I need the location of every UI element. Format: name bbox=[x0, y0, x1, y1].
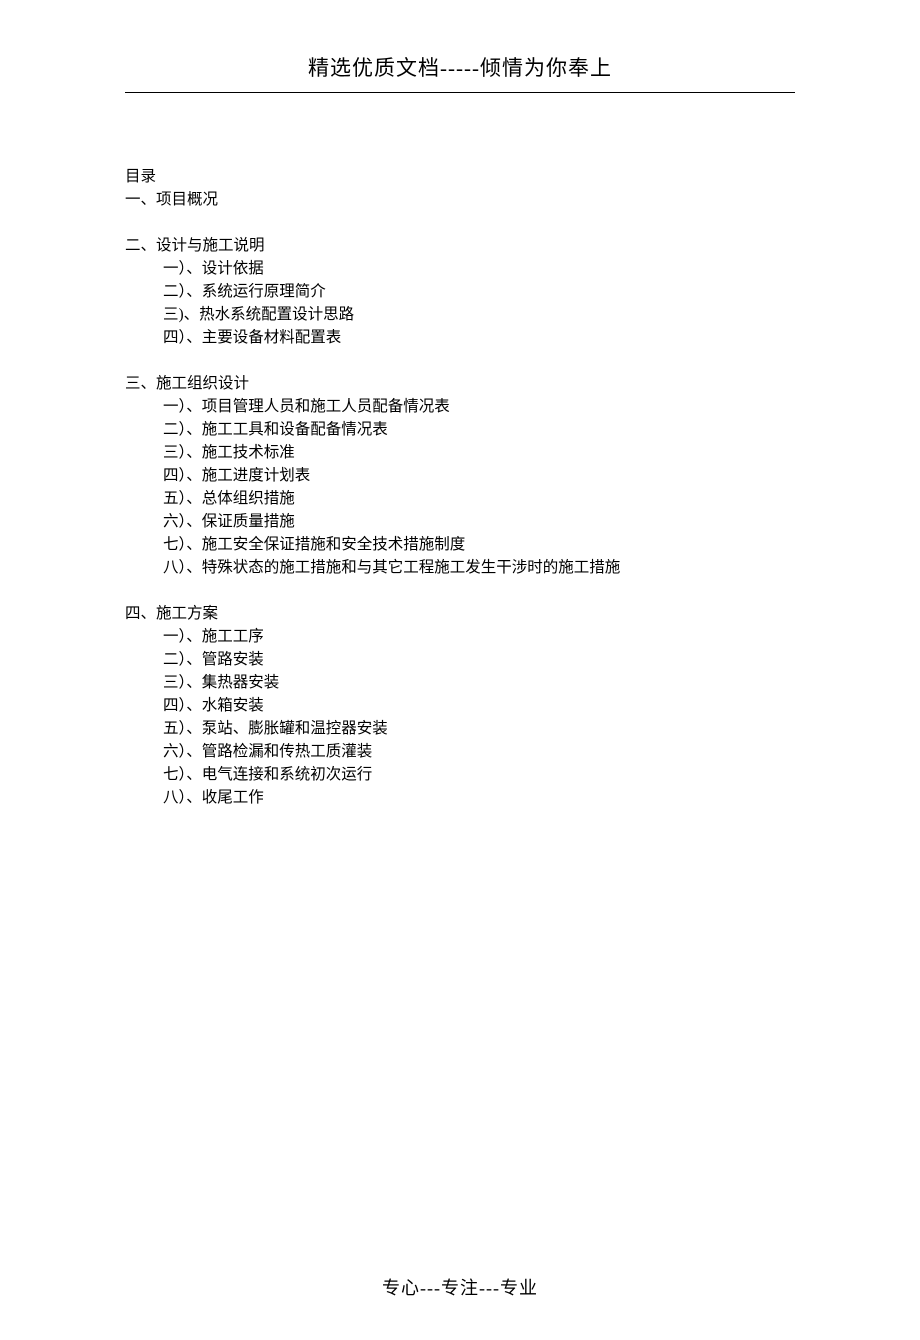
toc-item: 八）、特殊状态的施工措施和与其它工程施工发生干涉时的施工措施 bbox=[125, 556, 795, 579]
toc-item: 四）、施工进度计划表 bbox=[125, 464, 795, 487]
toc-item: 四）、主要设备材料配置表 bbox=[125, 326, 795, 349]
toc-item: 三）、集热器安装 bbox=[125, 671, 795, 694]
header-text: 精选优质文档-----倾情为你奉上 bbox=[308, 56, 612, 80]
toc-item: 七）、电气连接和系统初次运行 bbox=[125, 763, 795, 786]
toc-item: 二）、系统运行原理简介 bbox=[125, 280, 795, 303]
toc-item: 四）、水箱安装 bbox=[125, 694, 795, 717]
toc-title: 目录 bbox=[125, 165, 795, 188]
toc-item: 六）、保证质量措施 bbox=[125, 510, 795, 533]
toc-item: 一）、施工工序 bbox=[125, 625, 795, 648]
page-footer: 专心---专注---专业 bbox=[0, 1274, 920, 1300]
footer-text: 专心---专注---专业 bbox=[382, 1278, 538, 1298]
toc-item: 二）、施工工具和设备配备情况表 bbox=[125, 418, 795, 441]
toc-item: 一）、项目管理人员和施工人员配备情况表 bbox=[125, 395, 795, 418]
toc-item: 六）、管路检漏和传热工质灌装 bbox=[125, 740, 795, 763]
toc-item: 二）、管路安装 bbox=[125, 648, 795, 671]
document-content: 目录 一、项目概况 二、设计与施工说明 一）、设计依据 二）、系统运行原理简介 … bbox=[0, 93, 920, 809]
toc-item: 三)、热水系统配置设计思路 bbox=[125, 303, 795, 326]
toc-section-2-heading: 二、设计与施工说明 bbox=[125, 234, 795, 257]
toc-item: 一）、设计依据 bbox=[125, 257, 795, 280]
toc-item: 三）、施工技术标准 bbox=[125, 441, 795, 464]
toc-section-1-heading: 一、项目概况 bbox=[125, 188, 795, 211]
toc-item: 八）、收尾工作 bbox=[125, 786, 795, 809]
page-header: 精选优质文档-----倾情为你奉上 bbox=[0, 0, 920, 82]
toc-item: 七）、施工安全保证措施和安全技术措施制度 bbox=[125, 533, 795, 556]
toc-section-4-heading: 四、施工方案 bbox=[125, 602, 795, 625]
toc-item: 五）、泵站、膨胀罐和温控器安装 bbox=[125, 717, 795, 740]
toc-section-3-heading: 三、施工组织设计 bbox=[125, 372, 795, 395]
toc-item: 五）、总体组织措施 bbox=[125, 487, 795, 510]
